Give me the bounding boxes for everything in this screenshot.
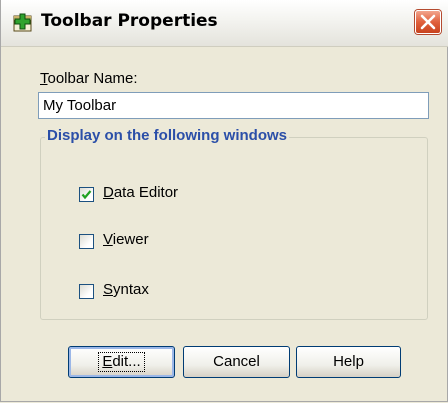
title-bar[interactable]: Toolbar Properties: [1, 0, 448, 47]
close-button[interactable]: [415, 10, 441, 34]
help-button[interactable]: Help: [296, 346, 401, 378]
syntax-label[interactable]: Syntax: [103, 281, 149, 298]
toolbar-name-input[interactable]: [38, 92, 429, 119]
toolbar-name-label: Toolbar Name:: [40, 70, 138, 87]
data-editor-text: ata Editor: [113, 184, 179, 201]
display-windows-legend: Display on the following windows: [45, 127, 289, 144]
viewer-text: iewer: [112, 231, 149, 248]
display-windows-group: [40, 137, 428, 320]
syntax-text: yntax: [113, 281, 149, 298]
toolbar-properties-icon: [13, 13, 33, 33]
cancel-button[interactable]: Cancel: [183, 346, 290, 378]
syntax-mnemonic: S: [103, 281, 114, 298]
edit-button[interactable]: Edit...: [68, 346, 175, 378]
close-icon: [420, 14, 436, 30]
viewer-label[interactable]: Viewer: [103, 231, 149, 248]
data-editor-checkbox[interactable]: [79, 187, 94, 202]
edit-button-label: Edit...: [98, 352, 145, 372]
data-editor-label[interactable]: Data Editor: [103, 184, 178, 201]
toolbar-properties-dialog: Toolbar Properties Toolbar Name: Display…: [0, 0, 448, 402]
checkmark-icon: [81, 190, 92, 200]
viewer-checkbox[interactable]: [79, 234, 94, 249]
edit-mnemonic: E: [102, 353, 113, 370]
edit-text: dit...: [112, 353, 141, 370]
viewer-mnemonic: V: [103, 231, 113, 248]
toolbar-name-label-text: oolbar Name:: [47, 70, 138, 87]
data-editor-mnemonic: D: [103, 184, 114, 201]
window-title: Toolbar Properties: [41, 11, 218, 31]
syntax-checkbox[interactable]: [79, 284, 94, 299]
toolbar-name-mnemonic: T: [40, 70, 48, 87]
